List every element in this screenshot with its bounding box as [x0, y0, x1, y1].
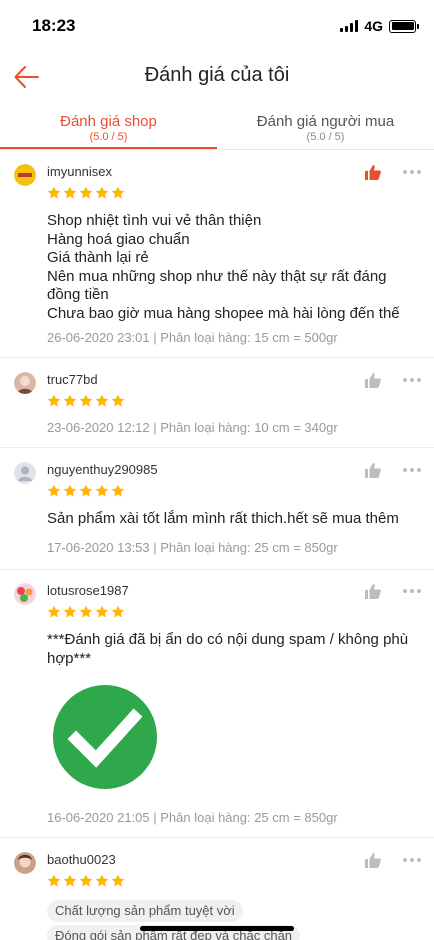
status-indicators: 4G	[340, 18, 419, 34]
home-indicator	[140, 926, 294, 931]
username: nguyenthuy290985	[47, 462, 158, 477]
star-icon	[47, 484, 61, 497]
star-icon	[79, 186, 93, 199]
star-icon	[79, 605, 93, 618]
network-label: 4G	[364, 18, 383, 34]
star-icon	[111, 874, 125, 887]
more-options-icon[interactable]	[403, 858, 421, 862]
star-icon	[63, 484, 77, 497]
thumbs-up-icon[interactable]	[364, 851, 382, 869]
star-rating	[47, 394, 125, 408]
review-tabs: Đánh giá shop (5.0 / 5) Đánh giá người m…	[0, 108, 434, 150]
avatar[interactable]	[14, 164, 36, 186]
star-icon	[79, 874, 93, 887]
avatar[interactable]	[14, 583, 36, 605]
review-item: nguyenthuy290985 Sản phẩm xài tốt lắm mì…	[0, 448, 434, 570]
avatar[interactable]	[14, 372, 36, 394]
battery-icon	[389, 19, 419, 33]
header: Đánh giá của tôi	[0, 52, 434, 100]
star-icon	[79, 484, 93, 497]
review-item: truc77bd 23-06-2020 12:12 | Phân loại hà…	[0, 358, 434, 448]
star-rating	[47, 186, 125, 200]
thumbs-up-icon[interactable]	[364, 371, 382, 389]
username: truc77bd	[47, 372, 98, 387]
review-meta: 23-06-2020 12:12 | Phân loại hàng: 10 cm…	[47, 420, 338, 435]
star-icon	[47, 605, 61, 618]
review-meta: 17-06-2020 13:53 | Phân loại hàng: 25 cm…	[47, 540, 338, 555]
review-meta: 16-06-2020 21:05 | Phân loại hàng: 25 cm…	[47, 810, 338, 825]
tab-rating: (5.0 / 5)	[89, 131, 128, 143]
star-icon	[95, 394, 109, 407]
review-text: ***Đánh giá đã bị ẩn do có nội dung spam…	[47, 631, 409, 667]
star-rating	[47, 874, 125, 888]
star-rating	[47, 605, 125, 619]
more-options-icon[interactable]	[403, 468, 421, 472]
thumbs-up-icon[interactable]	[364, 461, 382, 479]
avatar[interactable]	[14, 852, 36, 874]
avatar[interactable]	[14, 462, 36, 484]
username: imyunnisex	[47, 164, 113, 179]
tab-label: Đánh giá shop	[60, 113, 157, 130]
thumbs-up-icon[interactable]	[364, 582, 382, 600]
star-icon	[47, 394, 61, 407]
page-title: Đánh giá của tôi	[144, 64, 290, 86]
tab-rating: (5.0 / 5)	[306, 131, 345, 143]
more-options-icon[interactable]	[403, 589, 421, 593]
more-options-icon[interactable]	[403, 378, 421, 382]
review-text: Sản phẩm xài tốt lắm mình rất thich.hết …	[47, 510, 399, 527]
star-icon	[47, 874, 61, 887]
username: lotusrose1987	[47, 583, 129, 598]
star-icon	[63, 186, 77, 199]
star-icon	[95, 605, 109, 618]
tab-label: Đánh giá người mua	[256, 113, 395, 130]
review-item: lotusrose1987 ***Đánh giá đã bị ẩn do có…	[0, 570, 434, 838]
status-time: 18:23	[32, 16, 76, 35]
star-icon	[95, 484, 109, 497]
check-icon[interactable]	[52, 684, 158, 790]
star-icon	[63, 874, 77, 887]
star-icon	[47, 186, 61, 199]
star-icon	[63, 394, 77, 407]
review-item: baothu0023 Chất lượng sản phẩm tuyệt vời…	[0, 838, 434, 940]
status-bar: 18:23 4G	[0, 0, 434, 52]
review-item: imyunnisex Shop nhiệt tình vui vẻ thân t…	[0, 151, 434, 358]
review-meta: 26-06-2020 23:01 | Phân loại hàng: 15 cm…	[47, 330, 338, 345]
star-icon	[95, 186, 109, 199]
star-icon	[111, 394, 125, 407]
star-icon	[111, 186, 125, 199]
review-text: Shop nhiệt tình vui vẻ thân thiện Hàng h…	[47, 212, 400, 322]
star-rating	[47, 484, 125, 498]
star-icon	[63, 605, 77, 618]
star-icon	[111, 605, 125, 618]
thumbs-up-icon[interactable]	[364, 163, 382, 181]
more-options-icon[interactable]	[403, 170, 421, 174]
review-tag: Chất lượng sản phẩm tuyệt vời	[47, 900, 243, 922]
tab-buyer-reviews[interactable]: Đánh giá người mua (5.0 / 5)	[217, 108, 434, 149]
signal-icon	[340, 20, 359, 32]
star-icon	[79, 394, 93, 407]
username: baothu0023	[47, 852, 116, 867]
tab-shop-reviews[interactable]: Đánh giá shop (5.0 / 5)	[0, 108, 217, 149]
star-icon	[95, 874, 109, 887]
star-icon	[111, 484, 125, 497]
